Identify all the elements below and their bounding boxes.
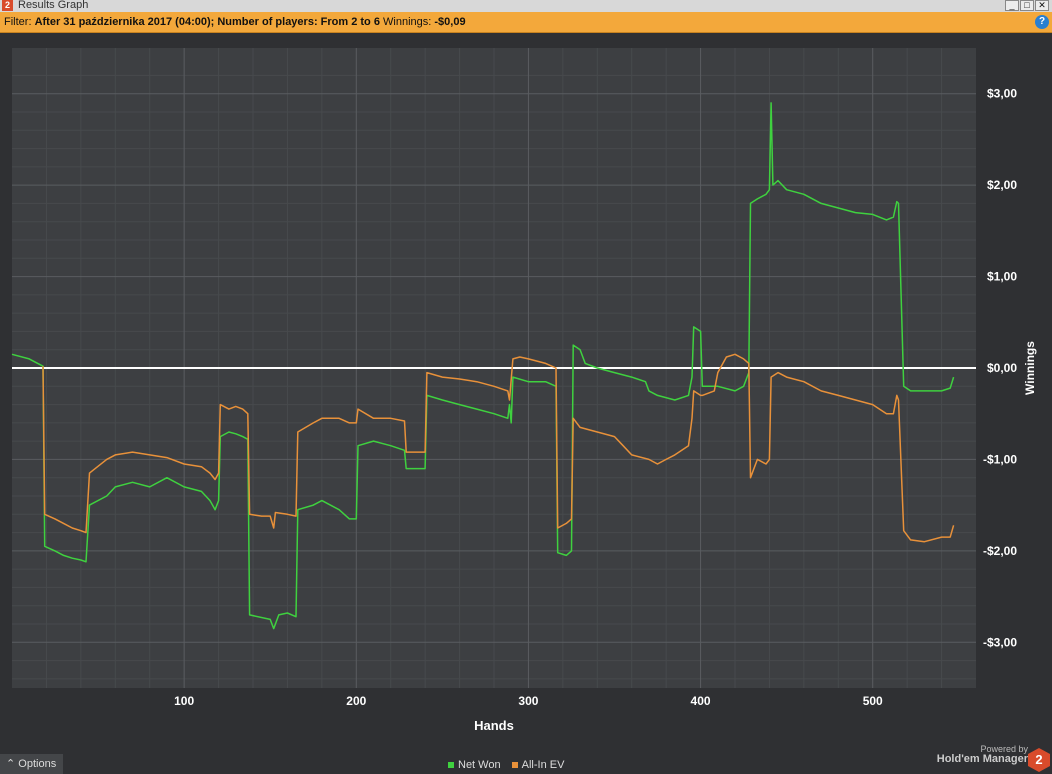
x-tick-label: 400 xyxy=(691,694,711,708)
y-tick-label: $0,00 xyxy=(987,361,1017,375)
title-bar: 2 Results Graph _ □ ✕ xyxy=(0,0,1052,12)
y-tick-label: $3,00 xyxy=(987,87,1017,101)
y-axis-title: Winnings xyxy=(1023,341,1037,395)
filter-summary: Filter: After 31 października 2017 (04:0… xyxy=(4,16,466,28)
options-button[interactable]: ⌃ Options xyxy=(0,754,63,774)
x-axis-title: Hands xyxy=(474,718,514,733)
legend-swatch xyxy=(511,762,518,769)
filter-value: After 31 października 2017 (04:00); Numb… xyxy=(34,16,380,28)
filter-label: Filter: xyxy=(4,16,32,28)
x-tick-label: 100 xyxy=(174,694,194,708)
filter-bar[interactable]: Filter: After 31 października 2017 (04:0… xyxy=(0,12,1052,33)
winnings-value: -$0,09 xyxy=(434,16,466,28)
options-label: Options xyxy=(18,758,57,770)
legend: Net Won All-In EV xyxy=(448,759,572,771)
brand-name: Hold'em Manager xyxy=(936,753,1028,765)
winnings-label: Winnings: xyxy=(383,16,432,28)
x-tick-label: 200 xyxy=(346,694,366,708)
branding: Powered by Hold'em Manager xyxy=(937,745,1028,765)
app-logo-icon: 2 xyxy=(2,0,13,11)
minimize-icon[interactable]: _ xyxy=(1005,0,1019,11)
y-tick-label: -$2,00 xyxy=(983,544,1017,558)
window-title: Results Graph xyxy=(18,0,89,11)
y-tick-label: -$1,00 xyxy=(983,452,1017,466)
results-graph: $3,00 $2,00 $1,00 $0,00 -$1,00 -$2,00 -$3,00 10… xyxy=(11,48,1037,733)
close-icon[interactable]: ✕ xyxy=(1035,0,1049,11)
legend-swatch xyxy=(448,762,454,769)
maximize-icon[interactable]: □ xyxy=(1020,0,1034,11)
x-tick-label: 300 xyxy=(518,694,538,708)
y-tick-label: $2,00 xyxy=(987,178,1017,192)
help-icon[interactable]: ? xyxy=(1035,15,1049,29)
y-tick-label: -$3,00 xyxy=(983,635,1017,649)
caret-up-icon: ⌃ xyxy=(6,758,16,770)
x-tick-label: 500 xyxy=(863,694,883,708)
y-tick-label: $1,00 xyxy=(987,270,1017,284)
legend-item-all-in-ev: All-In EV xyxy=(511,759,564,771)
legend-item-net-won: Net Won xyxy=(448,759,501,771)
